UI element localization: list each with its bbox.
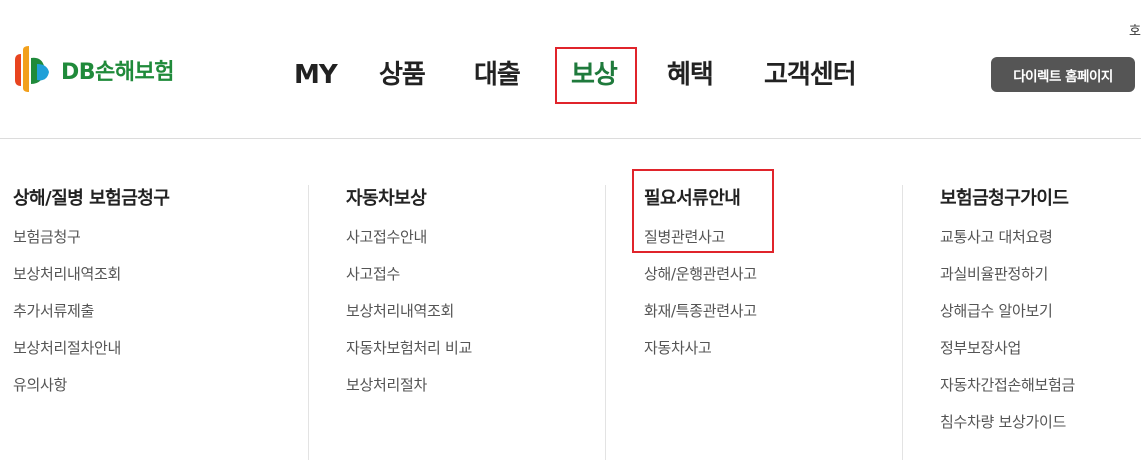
direct-homepage-button[interactable]: 다이렉트 홈페이지: [991, 57, 1135, 92]
nav-item-loans[interactable]: 대출: [474, 48, 521, 102]
column-divider: [902, 185, 903, 460]
mega-menu: 상해/질병 보험금청구 보험금청구 보상처리내역조회 추가서류제출 보상처리절차…: [0, 139, 1141, 460]
menu-item[interactable]: 추가서류제출: [13, 300, 121, 337]
column-divider: [605, 185, 606, 460]
column-divider: [308, 185, 309, 460]
menu-item[interactable]: 사고접수안내: [346, 226, 472, 263]
menu-item[interactable]: 보험금청구: [13, 226, 121, 263]
menu-item[interactable]: 정부보장사업: [940, 337, 1075, 374]
menu-column-title[interactable]: 보험금청구가이드: [940, 184, 1069, 210]
menu-item[interactable]: 과실비율판정하기: [940, 263, 1075, 300]
menu-column-title[interactable]: 자동차보상: [346, 184, 427, 210]
nav-item-my[interactable]: MY: [294, 48, 338, 102]
site-header: DB손해보험 호 MY 상품 대출 보상 혜택 고객센터 다이렉트 홈페이지: [0, 0, 1141, 139]
menu-item[interactable]: 화재/특종관련사고: [644, 300, 757, 337]
menu-highlight-box: [632, 169, 774, 253]
menu-item[interactable]: 자동차간접손해보험금: [940, 374, 1075, 411]
menu-item[interactable]: 사고접수: [346, 263, 472, 300]
menu-item[interactable]: 자동차사고: [644, 337, 757, 374]
menu-item[interactable]: 교통사고 대처요령: [940, 226, 1075, 263]
menu-item[interactable]: 유의사항: [13, 374, 121, 411]
nav-item-benefits[interactable]: 혜택: [667, 48, 714, 102]
menu-item[interactable]: 보상처리절차안내: [13, 337, 121, 374]
menu-item[interactable]: 상해/운행관련사고: [644, 263, 757, 300]
menu-item[interactable]: 보상처리내역조회: [346, 300, 472, 337]
nav-highlight-box: [555, 47, 637, 104]
menu-column-title[interactable]: 상해/질병 보험금청구: [13, 184, 170, 210]
menu-item[interactable]: 침수차량 보상가이드: [940, 411, 1075, 448]
menu-item[interactable]: 자동차보험처리 비교: [346, 337, 472, 374]
menu-item[interactable]: 상해급수 알아보기: [940, 300, 1075, 337]
nav-item-products[interactable]: 상품: [379, 48, 426, 102]
top-right-text[interactable]: 호: [1129, 20, 1141, 39]
nav-item-customer-center[interactable]: 고객센터: [764, 48, 857, 102]
menu-item[interactable]: 보상처리절차: [346, 374, 472, 411]
menu-item[interactable]: 보상처리내역조회: [13, 263, 121, 300]
